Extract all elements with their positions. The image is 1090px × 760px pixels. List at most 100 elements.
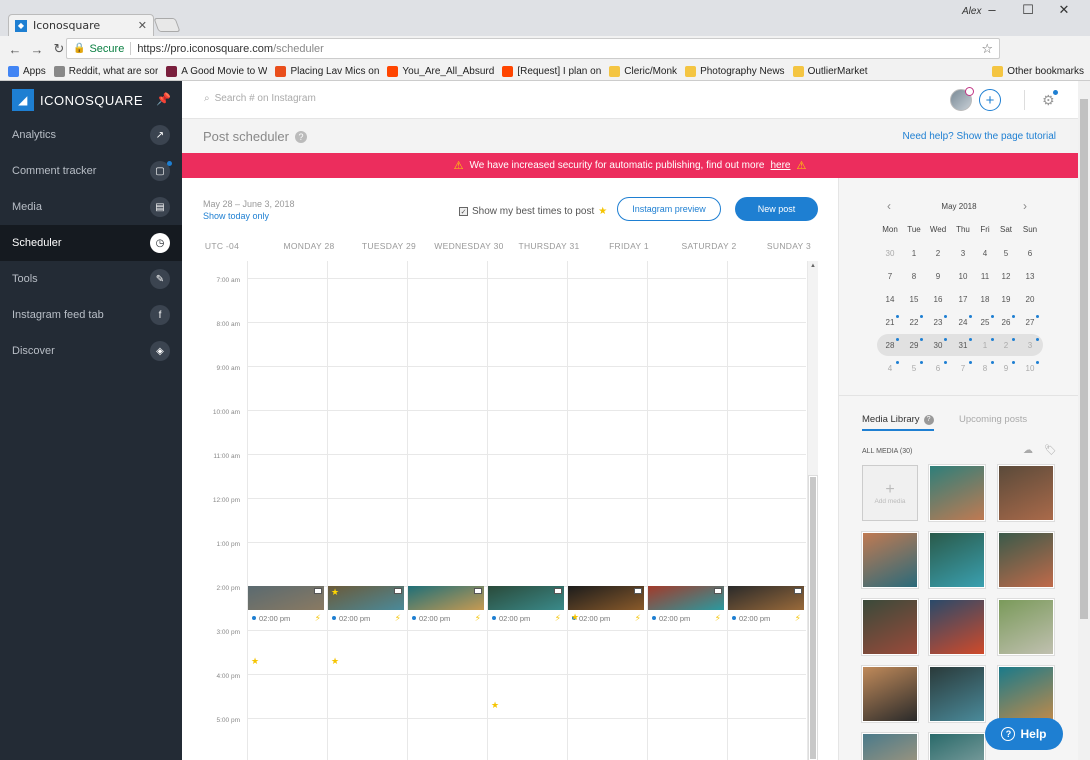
- new-tab-button[interactable]: [153, 18, 181, 32]
- show-today-link[interactable]: Show today only: [203, 211, 269, 221]
- calendar-day[interactable]: 22: [902, 315, 926, 327]
- calendar-day[interactable]: 21: [878, 315, 902, 327]
- scheduled-post-card[interactable]: 02:00 pm ⚡: [728, 586, 804, 626]
- cloud-upload-icon[interactable]: ☁: [1023, 445, 1033, 456]
- sidebar-item-media[interactable]: Media ▤: [0, 189, 182, 225]
- post-thumbnail[interactable]: [408, 586, 484, 610]
- scheduled-post-card[interactable]: ★ 02:00 pm ⚡: [328, 586, 404, 626]
- calendar-day[interactable]: 16: [926, 295, 950, 304]
- post-thumbnail[interactable]: ★: [328, 586, 404, 610]
- media-thumbnail[interactable]: [862, 599, 918, 655]
- calendar-day[interactable]: 24: [951, 315, 975, 327]
- calendar-day[interactable]: 27: [1018, 315, 1042, 327]
- bookmark-item[interactable]: A Good Movie to W: [166, 65, 267, 77]
- media-thumbnail[interactable]: [929, 666, 985, 722]
- address-bar[interactable]: 🔒 Secure https://pro.iconosquare.com/sch…: [66, 38, 1000, 59]
- calendar-day[interactable]: 17: [951, 295, 975, 304]
- close-window-icon[interactable]: ✕: [1046, 2, 1082, 18]
- media-thumbnail[interactable]: [998, 532, 1054, 588]
- post-thumbnail[interactable]: [568, 586, 644, 610]
- sidebar-item-comment-tracker[interactable]: Comment tracker ▢: [0, 153, 182, 189]
- calendar-day[interactable]: 2: [926, 249, 950, 258]
- scheduled-post-card[interactable]: 02:00 pm ⚡: [648, 586, 724, 626]
- bookmark-star-icon[interactable]: ☆: [981, 41, 993, 57]
- help-question-icon[interactable]: ?: [923, 414, 934, 425]
- calendar-day[interactable]: 30: [926, 338, 950, 350]
- calendar-day[interactable]: 20: [1018, 295, 1042, 304]
- page-scroll-thumb[interactable]: [1080, 99, 1088, 619]
- alert-link[interactable]: here: [770, 160, 790, 171]
- calendar-day[interactable]: 7: [878, 272, 902, 281]
- page-scrollbar[interactable]: [1078, 81, 1090, 760]
- bookmark-item[interactable]: Reddit, what are sor: [53, 65, 158, 77]
- scheduled-post-card[interactable]: 02:00 pm ⚡: [408, 586, 484, 626]
- back-icon[interactable]: ←: [4, 42, 26, 57]
- gear-icon[interactable]: ⚙: [1042, 90, 1058, 109]
- tutorial-link[interactable]: Need help? Show the page tutorial: [903, 131, 1056, 142]
- minimize-icon[interactable]: –: [974, 2, 1010, 18]
- calendar-day[interactable]: 15: [902, 295, 926, 304]
- media-thumbnail[interactable]: [929, 465, 985, 521]
- post-thumbnail[interactable]: [648, 586, 724, 610]
- media-thumbnail[interactable]: [929, 733, 985, 760]
- bookmark-item[interactable]: Photography News: [685, 65, 785, 77]
- add-account-button[interactable]: +: [979, 89, 1001, 111]
- new-post-button[interactable]: New post: [735, 197, 818, 221]
- calendar-day[interactable]: 12: [994, 272, 1018, 281]
- calendar-day[interactable]: 10: [1018, 361, 1042, 373]
- scheduled-post-card[interactable]: 02:00 pm ⚡: [488, 586, 564, 626]
- other-bookmarks[interactable]: Other bookmarks: [992, 65, 1084, 77]
- best-times-toggle[interactable]: ✓ Show my best times to post ★: [459, 206, 607, 217]
- grid-scroll-thumb[interactable]: [809, 476, 817, 760]
- help-question-icon[interactable]: ?: [295, 130, 307, 143]
- calendar-day[interactable]: 19: [994, 295, 1018, 304]
- calendar-day[interactable]: 14: [878, 295, 902, 304]
- bookmark-item[interactable]: You_Are_All_Absurd: [387, 65, 494, 77]
- bookmark-item[interactable]: Placing Lav Mics on: [275, 65, 379, 77]
- media-thumbnail[interactable]: [862, 532, 918, 588]
- media-thumbnail[interactable]: [929, 599, 985, 655]
- brand-logo[interactable]: ◢ ICONOSQUARE: [12, 89, 143, 111]
- calendar-day[interactable]: 31: [951, 338, 975, 350]
- calendar-day[interactable]: 7: [951, 361, 975, 373]
- calendar-day[interactable]: 4: [878, 361, 902, 373]
- search-input[interactable]: Search # on Instagram: [215, 93, 316, 104]
- calendar-day[interactable]: 23: [926, 315, 950, 327]
- calendar-day[interactable]: 26: [994, 315, 1018, 327]
- search-bar[interactable]: ⌕ Search # on Instagram: [204, 93, 316, 104]
- bookmark-item[interactable]: Cleric/Monk: [609, 65, 677, 77]
- sidebar-item-discover[interactable]: Discover ◈: [0, 333, 182, 369]
- calendar-day[interactable]: 3: [951, 249, 975, 258]
- calendar-day[interactable]: 5: [902, 361, 926, 373]
- maximize-icon[interactable]: ☐: [1010, 2, 1046, 18]
- media-thumbnail[interactable]: [998, 599, 1054, 655]
- tag-icon[interactable]: 🏷: [1044, 445, 1057, 456]
- bookmark-item[interactable]: Apps: [8, 65, 46, 77]
- media-thumbnail[interactable]: [862, 666, 918, 722]
- media-thumbnail[interactable]: [862, 733, 918, 760]
- scroll-up-icon[interactable]: ▲: [810, 263, 816, 269]
- bookmark-item[interactable]: OutlierMarket: [792, 65, 868, 77]
- add-media-button[interactable]: + Add media: [862, 465, 918, 521]
- media-thumbnail[interactable]: [929, 532, 985, 588]
- calendar-day[interactable]: 3: [1018, 338, 1042, 350]
- post-thumbnail[interactable]: [728, 586, 804, 610]
- calendar-day[interactable]: 29: [902, 338, 926, 350]
- best-times-checkbox[interactable]: ✓: [459, 207, 468, 216]
- sidebar-item-tools[interactable]: Tools ✎: [0, 261, 182, 297]
- tab-upcoming-posts[interactable]: Upcoming posts: [959, 414, 1027, 425]
- post-thumbnail[interactable]: [488, 586, 564, 610]
- sidebar-item-scheduler[interactable]: Scheduler ◷: [0, 225, 182, 261]
- calendar-day[interactable]: 1: [902, 249, 926, 258]
- grid-scrollbar[interactable]: ▲: [808, 261, 818, 760]
- calendar-day[interactable]: 10: [951, 272, 975, 281]
- avatar[interactable]: [950, 87, 974, 111]
- post-thumbnail[interactable]: [248, 586, 324, 610]
- browser-tab[interactable]: ◆ Iconosquare ✕: [8, 14, 154, 36]
- calendar-day[interactable]: 13: [1018, 272, 1042, 281]
- calendar-day[interactable]: 28: [878, 338, 902, 350]
- scheduled-post-card[interactable]: 02:00 pm ⚡: [248, 586, 324, 626]
- calendar-day[interactable]: 6: [926, 361, 950, 373]
- calendar-day[interactable]: 6: [1018, 249, 1042, 258]
- calendar-day[interactable]: 8: [902, 272, 926, 281]
